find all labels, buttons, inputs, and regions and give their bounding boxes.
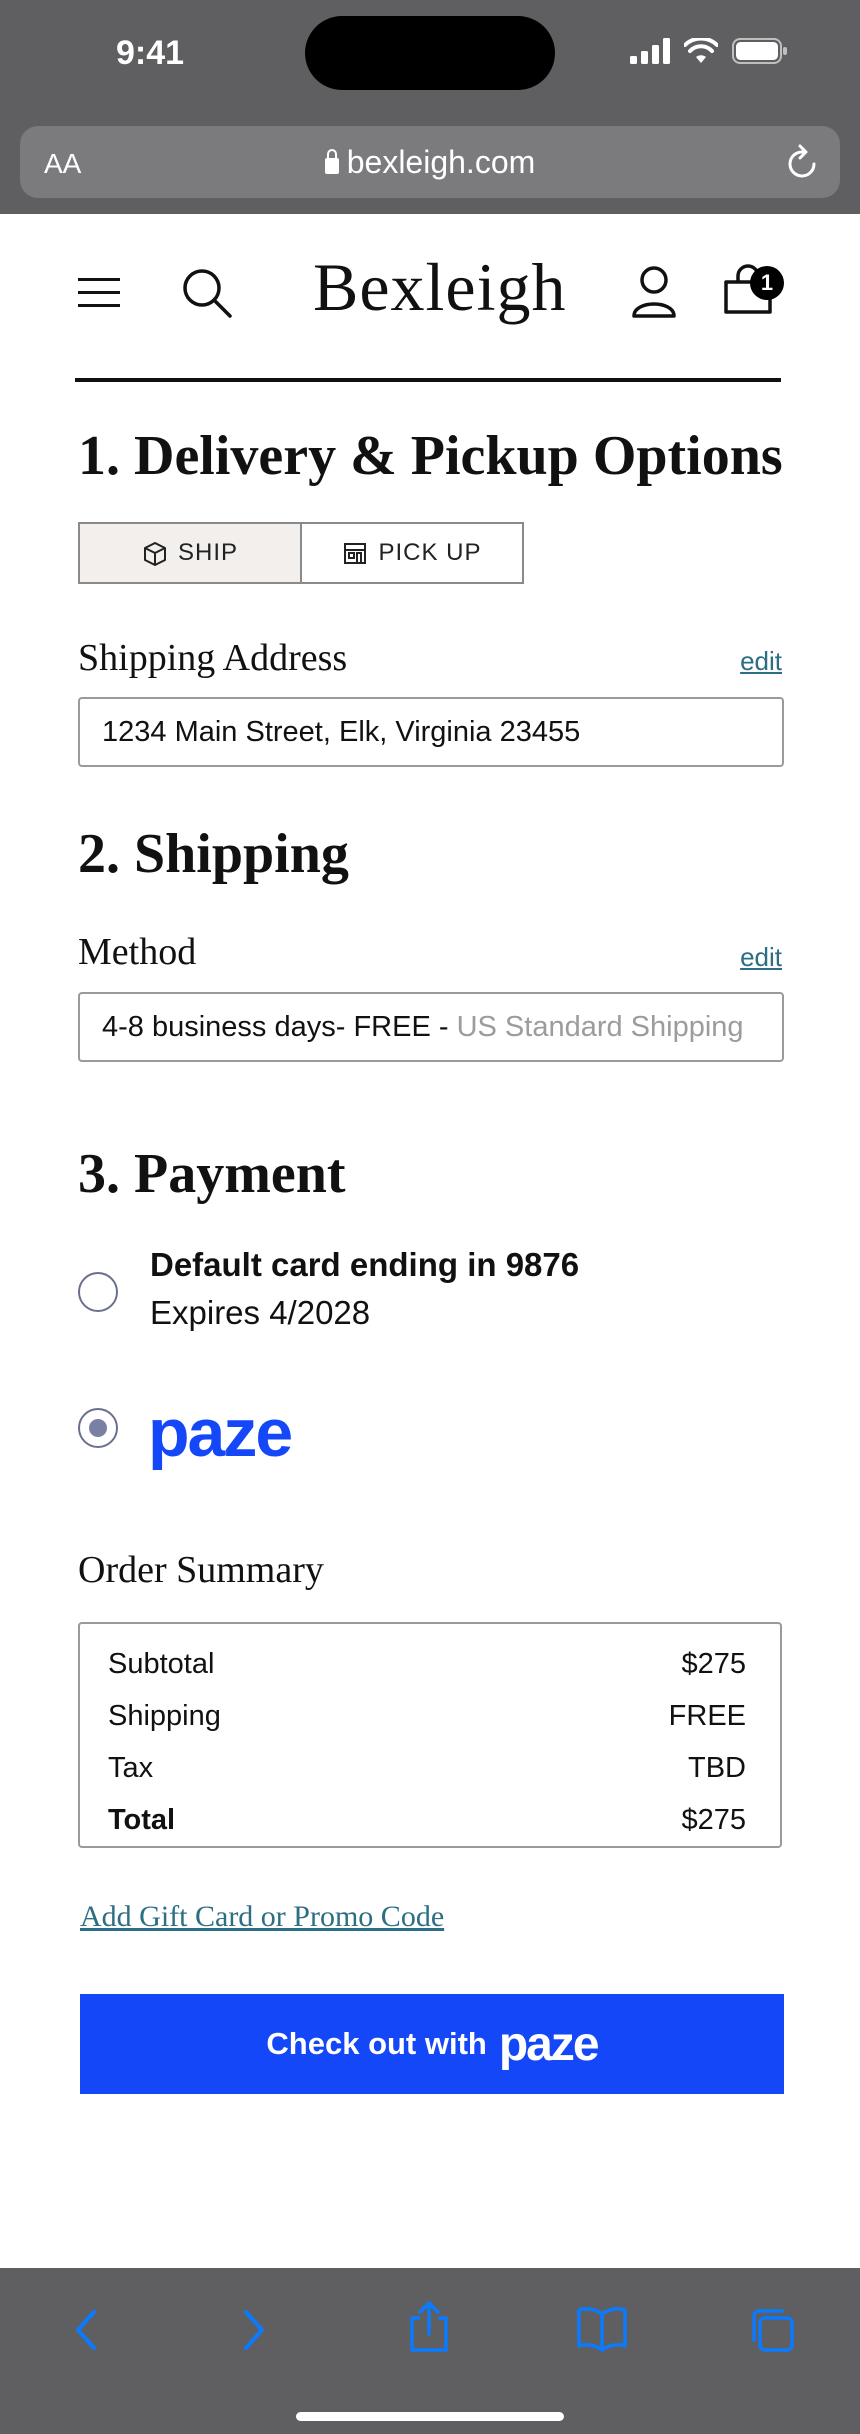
search-icon[interactable]: [180, 266, 236, 322]
summary-value: $275: [681, 1647, 746, 1680]
delivery-toggle: SHIP PICK UP: [78, 522, 524, 584]
browser-toolbar: [0, 2268, 860, 2434]
box-icon: [143, 542, 166, 566]
url-text: bexleigh.com: [346, 144, 536, 180]
order-summary-table: Subtotal $275 Shipping FREE Tax TBD Tota…: [78, 1622, 782, 1848]
card-title: Default card ending in 9876: [150, 1246, 580, 1283]
cart-count-badge: 1: [750, 266, 784, 300]
payment-heading: 3. Payment: [78, 1143, 346, 1205]
summary-label: Subtotal: [108, 1647, 215, 1680]
paze-radio[interactable]: [78, 1408, 118, 1448]
shipping-method-name: US Standard Shipping: [456, 1010, 744, 1043]
delivery-heading: 1. Delivery & Pickup Options: [78, 425, 783, 487]
account-icon[interactable]: [630, 264, 678, 320]
status-time: 9:41: [116, 34, 185, 72]
wifi-icon: [684, 38, 718, 63]
summary-row-total: Total $275: [108, 1794, 746, 1846]
lock-icon: [324, 149, 339, 174]
back-icon[interactable]: [70, 2306, 100, 2354]
signal-icon: [630, 38, 670, 64]
summary-row-shipping: Shipping FREE: [108, 1690, 746, 1742]
summary-row-subtotal: Subtotal $275: [108, 1638, 746, 1690]
share-icon[interactable]: [406, 2300, 452, 2354]
checkout-button[interactable]: Check out with paze: [80, 1994, 784, 2094]
site-header: Bexleigh 1: [0, 214, 860, 382]
card-expiry: Expires 4/2028: [150, 1294, 371, 1331]
shipping-address-value: 1234 Main Street, Elk, Virginia 23455: [102, 715, 581, 748]
checkout-paze-logo: paze: [498, 2017, 600, 2071]
bookmarks-icon[interactable]: [576, 2306, 628, 2352]
ship-option[interactable]: SHIP: [80, 524, 302, 582]
order-summary-heading: Order Summary: [78, 1549, 324, 1591]
reload-icon[interactable]: [786, 144, 820, 180]
shipping-address-field[interactable]: 1234 Main Street, Elk, Virginia 23455: [78, 697, 784, 767]
summary-value: FREE: [668, 1699, 746, 1732]
battery-icon: [732, 38, 787, 64]
pickup-option[interactable]: PICK UP: [302, 524, 522, 582]
checkout-button-label: Check out with: [266, 2026, 487, 2061]
method-label: Method: [78, 931, 197, 973]
forward-icon[interactable]: [240, 2306, 270, 2354]
summary-value: TBD: [688, 1751, 746, 1784]
paze-logo[interactable]: paze: [148, 1394, 293, 1472]
shipping-method-value: 4-8 business days- FREE -: [102, 1010, 457, 1043]
pickup-option-label: PICK UP: [378, 539, 482, 566]
summary-row-tax: Tax TBD: [108, 1742, 746, 1794]
home-indicator: [296, 2412, 564, 2421]
address-bar[interactable]: AA bexleigh.com: [20, 126, 840, 198]
status-icons: [630, 38, 788, 64]
site-logo[interactable]: Bexleigh: [313, 248, 567, 327]
edit-method-link[interactable]: edit: [740, 942, 782, 973]
hamburger-icon[interactable]: [78, 278, 120, 308]
store-icon: [344, 543, 367, 564]
summary-label: Tax: [108, 1751, 154, 1784]
card-radio[interactable]: [78, 1272, 118, 1312]
browser-chrome-top: 9:41 AA bexleigh.com: [0, 0, 860, 214]
summary-value: $275: [681, 1803, 746, 1836]
summary-label: Total: [108, 1803, 176, 1836]
shipping-heading: 2. Shipping: [78, 823, 349, 885]
dynamic-island: [305, 16, 555, 90]
shipping-address-label: Shipping Address: [78, 637, 348, 679]
summary-label: Shipping: [108, 1699, 221, 1732]
header-divider: [75, 378, 781, 382]
shipping-method-field[interactable]: 4-8 business days- FREE - US Standard Sh…: [78, 992, 784, 1062]
url-display[interactable]: bexleigh.com: [20, 144, 840, 181]
tabs-icon[interactable]: [748, 2306, 796, 2354]
ship-option-label: SHIP: [177, 539, 238, 566]
promo-code-link[interactable]: Add Gift Card or Promo Code: [80, 1900, 444, 1934]
edit-address-link[interactable]: edit: [740, 646, 782, 677]
